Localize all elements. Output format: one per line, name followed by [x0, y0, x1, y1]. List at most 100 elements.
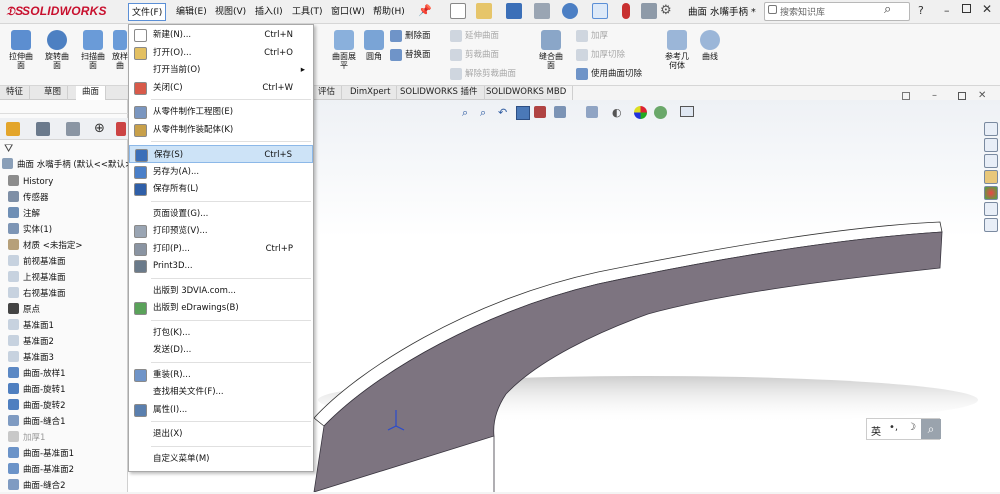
ime-moon-icon[interactable]: ☽: [907, 422, 916, 433]
file-menu-item[interactable]: 打开(O)... Ctrl+O: [129, 44, 313, 62]
minimize-icon[interactable]: –: [944, 4, 950, 17]
tree-item[interactable]: 前视基准面: [8, 254, 66, 270]
file-menu-item[interactable]: 出版到 eDrawings(B): [129, 299, 313, 317]
ime-search-icon[interactable]: ⌕: [921, 419, 941, 439]
file-menu-item[interactable]: 新建(N)... Ctrl+N: [129, 26, 313, 44]
revolve-surface-button[interactable]: 旋转曲 面: [40, 30, 74, 70]
close-icon[interactable]: ✕: [982, 2, 992, 16]
delete-face-button[interactable]: 删除面: [390, 29, 431, 42]
appearances-icon[interactable]: [984, 186, 998, 200]
custom-properties-icon[interactable]: [984, 202, 998, 216]
file-properties-icon[interactable]: [641, 3, 657, 19]
view-palette-icon[interactable]: [984, 170, 998, 184]
tree-item[interactable]: 实体(1): [8, 222, 52, 238]
tree-item[interactable]: History: [8, 174, 53, 190]
cut-with-surface-button[interactable]: 使用曲面切除: [576, 67, 642, 80]
traffic-light-icon[interactable]: [622, 3, 630, 19]
ime-indicator[interactable]: 英 •, ☽ ⌕: [866, 418, 941, 440]
file-menu-item[interactable]: 出版到 3DVIA.com...: [129, 282, 313, 300]
tree-item[interactable]: 注解: [8, 206, 40, 222]
design-library-icon[interactable]: [984, 138, 998, 152]
viewport-tile-icon[interactable]: [902, 92, 910, 100]
solidworks-forum-icon[interactable]: [984, 218, 998, 232]
tree-splitter[interactable]: [0, 102, 128, 114]
knit-surface-button[interactable]: 缝合曲 面: [534, 30, 568, 70]
solidworks-logo[interactable]: 𝔇SSOLIDWORKS: [6, 4, 107, 19]
menu-tools[interactable]: 工具(T): [289, 3, 326, 21]
loft-surface-button[interactable]: 放样 曲: [112, 30, 128, 70]
tab-surfaces[interactable]: 曲面: [76, 86, 107, 100]
property-manager-icon[interactable]: [36, 122, 50, 136]
tree-item[interactable]: 曲面-基准面2: [8, 462, 74, 478]
menu-insert[interactable]: 插入(I): [252, 3, 286, 21]
viewport-restore-icon[interactable]: [958, 92, 966, 100]
extrude-surface-button[interactable]: 拉伸曲 面: [4, 30, 38, 70]
trim-surface-button[interactable]: 剪裁曲面: [450, 48, 499, 61]
tree-item[interactable]: 基准面3: [8, 350, 54, 366]
tree-item[interactable]: 材质 <未指定>: [8, 238, 82, 254]
display-manager-icon[interactable]: [116, 122, 126, 136]
file-menu-item[interactable]: 发送(D)...: [129, 341, 313, 359]
tree-item[interactable]: 曲面-缝合1: [8, 414, 65, 430]
menu-help[interactable]: 帮助(H): [370, 3, 408, 21]
tab-dimxpert[interactable]: DimXpert: [344, 86, 398, 100]
fillet-button[interactable]: 圆角: [362, 30, 386, 61]
file-menu-item[interactable]: 另存为(A)...: [129, 163, 313, 181]
file-menu-item[interactable]: 关闭(C) Ctrl+W: [129, 79, 313, 97]
restore-icon[interactable]: [962, 4, 971, 13]
tab-features[interactable]: 特征: [0, 86, 31, 100]
tab-mbd[interactable]: SOLIDWORKS MBD: [480, 86, 574, 100]
sweep-surface-button[interactable]: 扫描曲 面: [76, 30, 110, 70]
menu-edit[interactable]: 编辑(E): [173, 3, 210, 21]
pin-icon[interactable]: 📌: [418, 4, 432, 17]
menu-file[interactable]: 文件(F): [128, 3, 167, 21]
print-icon[interactable]: [534, 3, 550, 19]
file-menu-item[interactable]: 退出(X): [129, 425, 313, 443]
thicken-button[interactable]: 加厚: [576, 29, 608, 42]
ime-punct-icon[interactable]: •,: [889, 422, 898, 433]
configuration-manager-icon[interactable]: [66, 122, 80, 136]
menu-window[interactable]: 窗口(W): [328, 3, 368, 21]
file-menu-item[interactable]: 属性(I)...: [129, 401, 313, 419]
file-menu-item[interactable]: 重装(R)...: [129, 366, 313, 384]
file-menu-item[interactable]: 打印预览(V)...: [129, 222, 313, 240]
tree-item[interactable]: 原点: [8, 302, 40, 318]
help-icon[interactable]: ?: [918, 4, 924, 17]
thicken-cut-button[interactable]: 加厚切除: [576, 48, 625, 61]
dimxpert-manager-icon[interactable]: ⊕: [94, 121, 105, 136]
file-menu-item[interactable]: 从零件制作工程图(E): [129, 103, 313, 121]
tree-item[interactable]: 传感器: [8, 190, 49, 206]
replace-face-button[interactable]: 替换面: [390, 48, 431, 61]
tab-evaluate[interactable]: 评估: [312, 86, 343, 100]
menu-view[interactable]: 视图(V): [212, 3, 249, 21]
extend-surface-button[interactable]: 延伸曲面: [450, 29, 499, 42]
flatten-surface-button[interactable]: 曲面展 平: [328, 30, 360, 70]
tree-item[interactable]: 右视基准面: [8, 286, 66, 302]
file-menu-item[interactable]: Print3D...: [129, 257, 313, 275]
file-menu-item[interactable]: 页面设置(G)...: [129, 205, 313, 223]
file-menu-item[interactable]: 打包(K)...: [129, 324, 313, 342]
tree-root[interactable]: 曲面 水嘴手柄 (默认<<默认>: [2, 157, 132, 173]
tree-item[interactable]: 上视基准面: [8, 270, 66, 286]
open-folder-icon[interactable]: [476, 3, 492, 19]
reference-geometry-button[interactable]: 参考几 何体: [660, 30, 694, 70]
tree-item[interactable]: 曲面-旋转2: [8, 398, 65, 414]
file-menu-item[interactable]: 自定义菜单(M): [129, 450, 313, 468]
file-menu-item[interactable]: 从零件制作装配体(K): [129, 121, 313, 139]
file-menu-item[interactable]: 保存(S) Ctrl+S: [129, 145, 313, 163]
tab-sketch[interactable]: 草图: [38, 86, 69, 100]
tree-item[interactable]: 基准面1: [8, 318, 54, 334]
file-explorer-icon[interactable]: [984, 154, 998, 168]
search-scope-icon[interactable]: [768, 5, 777, 14]
search-icon[interactable]: ⌕: [884, 2, 891, 17]
home-icon[interactable]: [984, 122, 998, 136]
file-menu-item[interactable]: 查找相关文件(F)...: [129, 383, 313, 401]
tree-item[interactable]: 曲面-放样1: [8, 366, 65, 382]
file-menu-item[interactable]: 打印(P)... Ctrl+P: [129, 240, 313, 258]
untrim-surface-button[interactable]: 解除剪裁曲面: [450, 67, 516, 80]
save-icon[interactable]: [506, 3, 522, 19]
file-menu-item[interactable]: 保存所有(L): [129, 180, 313, 198]
tab-addins[interactable]: SOLIDWORKS 插件: [394, 86, 485, 100]
filter-icon[interactable]: ⛛: [4, 142, 13, 156]
gear-icon[interactable]: ⚙: [660, 3, 676, 19]
